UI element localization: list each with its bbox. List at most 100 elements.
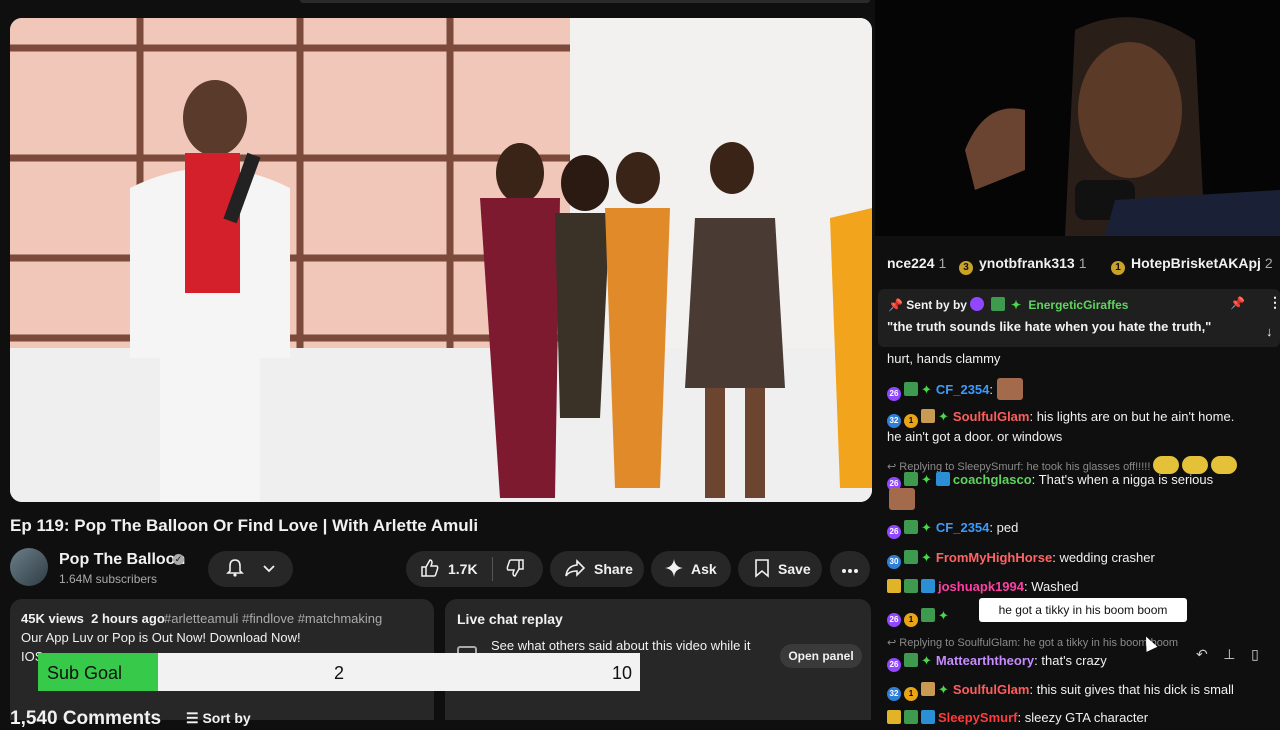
gold-badge-icon: 1: [904, 414, 918, 428]
comments-count: 1,540 Comments: [10, 708, 162, 729]
video-title: Ep 119: Pop The Balloon Or Find Love | W…: [10, 516, 479, 535]
sub-goal-target: 10: [612, 663, 633, 683]
star-icon: ✦: [938, 682, 949, 697]
like-count: 1.7K: [448, 561, 478, 577]
sub-badge-icon: 26: [887, 387, 901, 401]
gold-badge-icon: 1: [904, 613, 918, 627]
chat-message: 32 1 ✦ SoulfulGlam: this suit gives that hi…: [887, 682, 1234, 701]
prime-badge-icon: [921, 579, 935, 593]
share-icon: [564, 558, 586, 581]
gift-badge-icon: [904, 710, 918, 724]
gift-badge-icon: [921, 608, 935, 622]
sub-badge-icon: 32: [887, 687, 901, 701]
gift-badge-icon: [904, 550, 918, 564]
sub-badge-icon: 30: [887, 555, 901, 569]
gift-badge-icon: [904, 382, 918, 396]
arrow-down-icon[interactable]: ↓: [1266, 324, 1273, 339]
live-chat-replay-title: Live chat replay: [457, 611, 563, 627]
share-label: Share: [594, 561, 633, 577]
webcam-frame: [875, 0, 1280, 236]
pin-icon[interactable]: ⊥: [1223, 646, 1235, 662]
star-icon: ✦: [921, 550, 932, 565]
chat-message: SleepySmurf: sleezy GTA character: [887, 710, 1148, 725]
star-icon: ✦: [921, 520, 932, 535]
emote-tooltip: he got a tikky in his boom boom: [979, 598, 1187, 622]
chat-message: 26 ✦ CF_2354: ped: [887, 520, 1018, 539]
pinned-header: 📌 Sent by by ✦ EnergeticGiraffes: [888, 297, 1129, 312]
video-player[interactable]: [10, 18, 872, 502]
badge-1-icon: 1: [1111, 261, 1125, 275]
pin-icon: 📌: [888, 298, 903, 312]
subscriber-count: 1.64M subscribers: [59, 572, 158, 586]
sub-badge-icon: 26: [887, 658, 901, 672]
leaderboard-item[interactable]: 1 HotepBrisketAKApj 2: [1111, 255, 1273, 275]
star-icon: ✦: [938, 608, 949, 623]
gift-badge-icon: [904, 520, 918, 534]
save-label: Save: [778, 561, 811, 577]
more-vertical-icon[interactable]: ⋮: [1268, 294, 1280, 311]
channel-name[interactable]: Pop The Balloon: [59, 551, 185, 569]
bell-icon: [225, 558, 245, 581]
more-horizontal-icon: [841, 561, 859, 577]
emote-icon: [1211, 456, 1238, 474]
chat-message: 26 ✦ Mattearththeory: that's crazy: [887, 653, 1107, 672]
reply-icon[interactable]: ↶: [1196, 646, 1208, 662]
like-button[interactable]: 1.7K: [406, 551, 543, 587]
chevron-down-icon: [262, 561, 276, 577]
leaderboard-item[interactable]: nce224 1: [887, 255, 946, 271]
like-divider: [491, 557, 493, 581]
message-actions: ↶ ⊥ ▯: [1196, 646, 1259, 663]
box-badge-icon: [921, 409, 935, 423]
save-button[interactable]: Save: [738, 551, 822, 587]
sub-badge-icon: 26: [887, 525, 901, 539]
star-icon: ✦: [921, 382, 932, 397]
emote-icon: [889, 488, 915, 510]
chat-message: 30 ✦ FromMyHighHorse: wedding crasher: [887, 550, 1155, 569]
chat-message: hurt, hands clammy: [887, 351, 1001, 366]
reply-context: ↩ Replying to SoulfulGlam: he got a tikk…: [887, 637, 1179, 649]
share-button[interactable]: Share: [550, 551, 644, 587]
channel-avatar[interactable]: [10, 548, 48, 586]
chat-message: 26 ✦ coachglasco: That's when a nigga is s…: [887, 472, 1213, 491]
ask-label: Ask: [691, 561, 717, 577]
star-icon: ✦: [938, 409, 949, 424]
crown-badge-icon: [887, 710, 901, 724]
pinned-message-text: "the truth sounds like hate when you hat…: [887, 319, 1212, 334]
gift-badge-icon: [990, 297, 1005, 311]
live-chat-replay-text: See what others said about this video wh…: [491, 638, 751, 653]
sub-goal-current: 2: [334, 663, 345, 683]
chat-message-continued: he ain't got a door. or windows: [887, 429, 1063, 444]
gift-leaderboard: nce224 1 3 ynotbfrank313 1 1 HotepBrisketAKA…: [875, 248, 1280, 276]
star-icon: ✦: [921, 653, 932, 668]
sparkle-icon: [665, 558, 683, 580]
thumbs-down-icon[interactable]: [505, 558, 525, 581]
top-bar: [300, 0, 870, 3]
gift-badge-icon: [904, 472, 918, 486]
crown-badge-icon: [887, 579, 901, 593]
chat-message: 26 1 ✦: [887, 608, 953, 627]
view-count: 45K views 2 hours ago: [21, 611, 165, 626]
prime-badge-icon: [921, 710, 935, 724]
sub-badge-icon: 26: [887, 613, 901, 627]
streamer-webcam: [875, 0, 1280, 236]
sub-badge-icon: 32: [887, 414, 901, 428]
sort-comments-button[interactable]: ☰ Sort by: [186, 710, 251, 727]
delete-icon[interactable]: ▯: [1251, 646, 1259, 662]
notifications-button[interactable]: [208, 551, 293, 587]
more-actions-button[interactable]: [830, 551, 870, 587]
leaderboard-item[interactable]: 3 ynotbfrank313 1: [959, 255, 1087, 275]
chat-message: joshuapk1994: Washed: [887, 579, 1078, 594]
hashtags[interactable]: #arletteamuli #findlove #matchmaking: [164, 611, 382, 626]
box-badge-icon: [921, 682, 935, 696]
ask-button[interactable]: Ask: [651, 551, 731, 587]
emote-icon: [996, 378, 1023, 400]
open-panel-button[interactable]: Open panel: [780, 644, 862, 668]
chat-message: 32 1 ✦ SoulfulGlam: his lights are on but h…: [887, 409, 1234, 428]
gift-badge-icon: [904, 579, 918, 593]
star-icon: ✦: [1011, 298, 1022, 312]
gift-badge-icon: [904, 653, 918, 667]
gold-badge-icon: 1: [904, 687, 918, 701]
video-frame: [10, 18, 872, 502]
chat-message: 26 ✦ CF_2354:: [887, 378, 1023, 401]
pin-icon[interactable]: 📌: [1230, 296, 1245, 310]
